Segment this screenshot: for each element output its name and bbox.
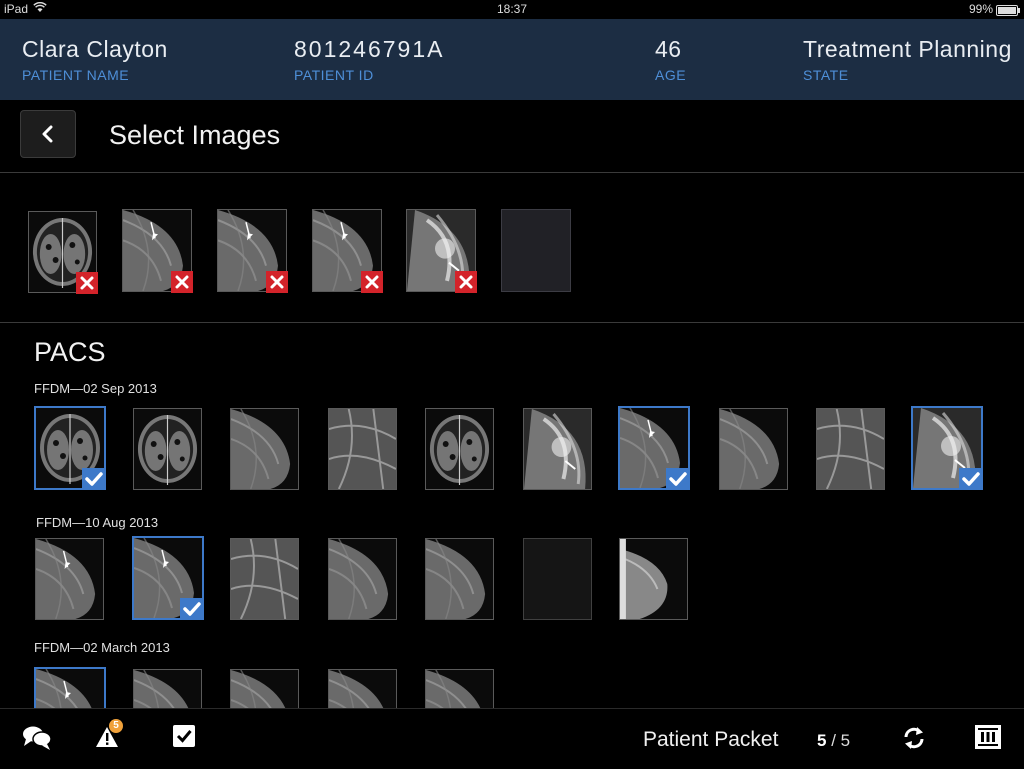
image-thumbnail-picture [231,670,286,708]
title-bar: Select Images [0,100,1024,173]
patient-packet-label[interactable]: Patient Packet [643,728,778,752]
image-thumbnail-picture [36,539,96,619]
image-thumbnail-picture [231,539,298,619]
state-label: STATE [803,67,849,83]
image-thumbnail-picture [429,415,490,485]
pacs-image-thumb[interactable] [425,408,494,490]
pacs-image-thumb[interactable] [230,669,299,708]
image-thumbnail-picture [426,670,481,708]
pacs-image-thumb[interactable] [425,669,494,708]
pacs-image-thumb[interactable] [328,669,397,708]
remove-image-icon[interactable] [266,271,288,293]
image-thumbnail-picture [720,409,780,489]
pacs-image-thumb[interactable] [230,408,299,490]
pacs-image-thumb[interactable] [34,406,106,490]
patient-id-field: 801246791A PATIENT ID [294,36,444,83]
study-date-label: FFDM—10 Aug 2013 [36,515,159,530]
selected-image-thumb[interactable] [406,209,477,293]
remove-image-icon[interactable] [76,272,98,294]
image-thumbnail-picture [524,409,591,489]
battery-icon [996,5,1020,16]
alert-icon[interactable]: 5 [95,719,123,754]
sync-icon[interactable] [902,725,926,756]
image-thumbnail-picture [817,409,884,489]
state-field: Treatment Planning STATE [803,36,1012,83]
ios-status-bar: iPad 18:37 99% [0,0,1024,19]
study-date-label: FFDM—02 March 2013 [34,640,170,655]
selected-image-thumb[interactable] [312,209,383,293]
empty-image-slot[interactable] [523,538,592,620]
selected-image-thumb[interactable] [217,209,288,293]
pacs-image-thumb[interactable] [34,667,106,708]
age-label: AGE [655,67,687,83]
patient-id-label: PATIENT ID [294,67,374,83]
pacs-image-thumb[interactable] [619,538,688,620]
patient-age: 46 [655,36,682,62]
pacs-image-thumb[interactable] [35,538,104,620]
bottom-toolbar: 5 Patient Packet 5 / 5 [0,708,1024,769]
age-field: 46 AGE [655,36,686,83]
image-thumbnail-picture [329,670,384,708]
chevron-left-icon [42,125,53,143]
selected-images-strip [0,172,1024,323]
pacs-image-thumb[interactable] [425,538,494,620]
page-title: Select Images [109,120,281,150]
image-thumbnail-picture [620,539,668,619]
selected-check-icon [666,468,690,490]
pacs-image-thumb[interactable] [816,408,885,490]
image-thumbnail-picture [137,415,198,485]
selected-image-thumb[interactable] [122,209,193,293]
pacs-image-thumb[interactable] [719,408,788,490]
patient-id: 801246791A [294,36,445,62]
image-thumbnail-picture [426,539,486,619]
selected-check-icon [959,468,983,490]
image-thumbnail-picture [231,409,291,489]
selected-check-icon [180,598,204,620]
pacs-image-thumb[interactable] [133,669,202,708]
image-thumbnail-picture [134,670,189,708]
battery-percent: 99% [968,2,993,16]
pacs-image-thumb[interactable] [230,538,299,620]
pacs-image-thumb[interactable] [132,536,204,620]
selected-check-icon [82,468,106,490]
packet-total: / 5 [831,731,851,750]
patient-name-field: Clara Clayton PATIENT NAME [22,36,168,83]
checklist-icon[interactable] [173,725,195,752]
layout-icon[interactable] [975,725,1001,754]
patient-state: Treatment Planning [803,36,1012,62]
pacs-section: PACS FFDM—02 Sep 2013 FFDM—10 Aug 2013 FFD… [0,323,1024,708]
remove-image-icon[interactable] [361,271,383,293]
chat-icon[interactable] [22,725,52,756]
pacs-image-thumb[interactable] [133,408,202,490]
study-date-label: FFDM—02 Sep 2013 [34,381,157,396]
image-thumbnail-picture [36,669,92,708]
image-thumbnail-picture [329,539,389,619]
remove-image-icon[interactable] [171,271,193,293]
pacs-title: PACS [34,337,106,367]
alert-count-badge: 5 [109,719,123,733]
pacs-image-thumb[interactable] [523,408,592,490]
patient-name-label: PATIENT NAME [22,67,130,83]
empty-image-slot[interactable] [501,209,571,292]
remove-image-icon[interactable] [455,271,477,293]
image-thumbnail-picture [329,409,396,489]
pacs-image-thumb[interactable] [911,406,983,490]
pacs-image-thumb[interactable] [618,406,690,490]
status-time: 18:37 [496,2,528,16]
back-button[interactable] [20,110,76,158]
packet-count: 5 / 5 [817,731,850,751]
selected-image-thumb[interactable] [28,211,98,294]
pacs-image-thumb[interactable] [328,538,397,620]
pacs-image-thumb[interactable] [328,408,397,490]
packet-current: 5 [817,731,827,750]
patient-header: Clara Clayton PATIENT NAME 801246791A PA… [0,19,1024,100]
patient-name: Clara Clayton [22,36,168,62]
